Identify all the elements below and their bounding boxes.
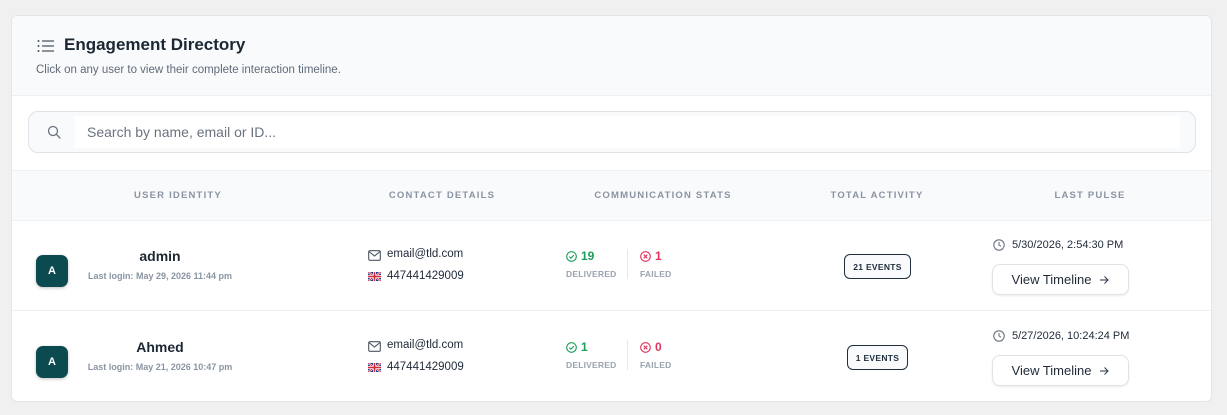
table-row[interactable]: A admin Last login: May 29, 2026 11:44 p…: [12, 221, 1211, 312]
column-header-communication-stats: COMMUNICATION STATS: [594, 190, 732, 201]
mail-icon: [368, 250, 381, 261]
column-header-total-activity: TOTAL ACTIVITY: [830, 190, 924, 201]
view-timeline-button[interactable]: View Timeline: [992, 355, 1129, 386]
avatar: A: [36, 255, 68, 287]
page-title: Engagement Directory: [64, 35, 246, 54]
last-login: Last login: May 29, 2026 11:44 pm: [87, 271, 233, 281]
events-badge: 1 EVENTS: [847, 345, 908, 370]
column-header-contact-details: CONTACT DETAILS: [388, 190, 496, 201]
engagement-directory-card: Engagement Directory Click on any user t…: [11, 15, 1212, 402]
events-badge: 21 EVENTS: [844, 254, 911, 279]
delivered-label: DELIVERED: [566, 269, 617, 279]
search-input[interactable]: [75, 116, 1180, 148]
delivered-count: 19: [581, 249, 595, 263]
stats-divider: [627, 249, 628, 279]
last-login: Last login: May 21, 2026 10:47 pm: [87, 362, 233, 372]
uk-flag-icon: [368, 272, 381, 281]
failed-label: FAILED: [640, 269, 672, 279]
table-header: USER IDENTITY CONTACT DETAILS COMMUNICAT…: [12, 170, 1211, 221]
search-icon: [47, 125, 61, 139]
view-timeline-button[interactable]: View Timeline: [992, 264, 1129, 295]
arrow-right-icon: [1100, 275, 1110, 284]
view-timeline-label: View Timeline: [1011, 272, 1092, 287]
x-circle-icon: [640, 342, 651, 353]
user-name[interactable]: Ahmed: [80, 339, 240, 355]
row-divider: [12, 310, 1211, 311]
column-header-last-pulse: LAST PULSE: [1054, 190, 1126, 201]
last-pulse-time: 5/27/2026, 10:24:24 PM: [1012, 330, 1130, 342]
user-name[interactable]: admin: [80, 248, 240, 264]
view-timeline-label: View Timeline: [1011, 363, 1092, 378]
failed-count: 0: [655, 340, 662, 354]
page-subtitle: Click on any user to view their complete…: [36, 64, 341, 76]
stats-divider: [627, 340, 628, 370]
x-circle-icon: [640, 251, 651, 262]
phone-number: 447441429009: [387, 361, 464, 373]
failed-label: FAILED: [640, 360, 672, 370]
email: email@tld.com: [387, 339, 464, 351]
arrow-right-icon: [1100, 366, 1110, 375]
clock-icon: [993, 330, 1005, 342]
search-bar[interactable]: [28, 111, 1196, 153]
table-row[interactable]: A Ahmed Last login: May 21, 2026 10:47 p…: [12, 312, 1211, 401]
clock-icon: [993, 239, 1005, 251]
phone-number: 447441429009: [387, 270, 464, 282]
check-circle-icon: [566, 251, 577, 262]
card-header: Engagement Directory Click on any user t…: [12, 16, 1211, 96]
list-icon: [37, 40, 54, 52]
column-header-user-identity: USER IDENTITY: [134, 190, 222, 201]
delivered-count: 1: [581, 340, 588, 354]
failed-count: 1: [655, 249, 662, 263]
uk-flag-icon: [368, 363, 381, 372]
email: email@tld.com: [387, 248, 464, 260]
mail-icon: [368, 341, 381, 352]
last-pulse-time: 5/30/2026, 2:54:30 PM: [1012, 239, 1124, 251]
check-circle-icon: [566, 342, 577, 353]
delivered-label: DELIVERED: [566, 360, 617, 370]
avatar: A: [36, 346, 68, 378]
